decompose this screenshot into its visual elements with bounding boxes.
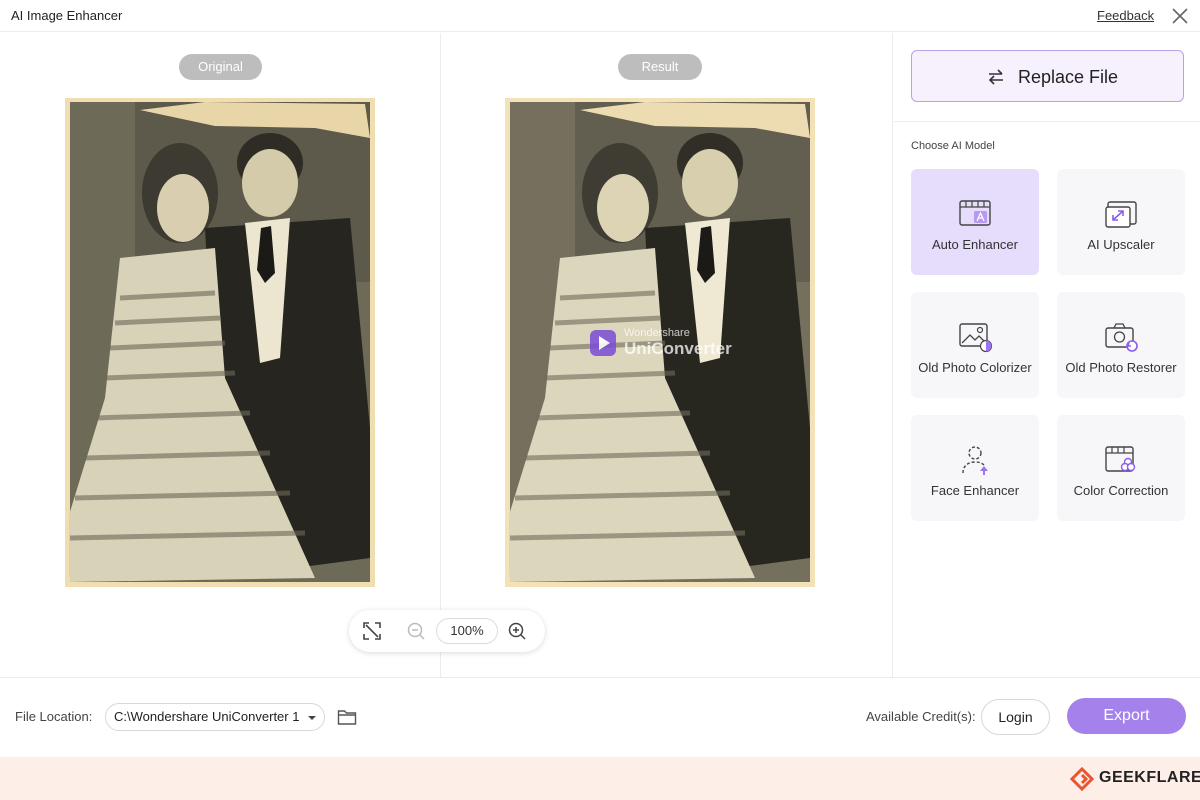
choose-model-heading: Choose AI Model bbox=[911, 140, 995, 152]
window-title: AI Image Enhancer bbox=[11, 8, 123, 23]
uniconverter-logo-icon bbox=[590, 330, 616, 356]
original-photo bbox=[65, 98, 375, 587]
model-label: Color Correction bbox=[1073, 483, 1169, 498]
original-label: Original bbox=[179, 54, 262, 80]
watermark-product: UniConverter bbox=[624, 339, 732, 358]
replace-file-button[interactable]: Replace File bbox=[911, 50, 1184, 102]
model-label: AI Upscaler bbox=[1087, 237, 1155, 252]
folder-icon[interactable] bbox=[337, 708, 357, 726]
title-bar: AI Image Enhancer Feedback bbox=[0, 0, 1200, 32]
footer-bar: File Location: C:\Wondershare UniConvert… bbox=[0, 677, 1200, 757]
zoom-out-icon[interactable] bbox=[406, 621, 426, 641]
export-button[interactable]: Export bbox=[1067, 698, 1186, 734]
model-face-enhancer[interactable]: Face Enhancer bbox=[911, 415, 1039, 521]
model-panel: Replace File Choose AI Model Auto Enhanc… bbox=[894, 33, 1200, 677]
restorer-icon bbox=[1105, 323, 1138, 352]
zoom-in-icon[interactable] bbox=[507, 621, 527, 641]
model-auto-enhancer[interactable]: Auto Enhancer bbox=[911, 169, 1039, 275]
face-enhancer-icon bbox=[962, 446, 988, 475]
replace-file-label: Replace File bbox=[1018, 67, 1119, 87]
brand-name: GEEKFLARE bbox=[1099, 769, 1200, 786]
model-label: Auto Enhancer bbox=[931, 237, 1018, 252]
swap-icon bbox=[988, 69, 1003, 85]
available-credits-label: Available Credit(s): bbox=[866, 709, 976, 724]
fit-screen-icon[interactable] bbox=[362, 621, 382, 641]
upscaler-icon bbox=[1105, 201, 1137, 228]
zoom-level[interactable]: 100% bbox=[436, 618, 498, 644]
color-correction-icon bbox=[1105, 446, 1136, 472]
model-old-photo-restorer[interactable]: Old Photo Restorer bbox=[1057, 292, 1185, 398]
file-location-select[interactable]: C:\Wondershare UniConverter 1 bbox=[105, 703, 325, 731]
feedback-link[interactable]: Feedback bbox=[1097, 8, 1154, 23]
preview-divider bbox=[440, 33, 441, 677]
chevron-down-icon bbox=[308, 716, 316, 720]
zoom-controls: 100% bbox=[349, 610, 545, 652]
colorizer-icon bbox=[959, 323, 993, 353]
auto-enhancer-icon bbox=[959, 200, 991, 226]
model-label: Old Photo Colorizer bbox=[918, 360, 1032, 375]
brand-strip: GEEKFLARE bbox=[0, 757, 1200, 800]
panel-divider bbox=[894, 121, 1200, 122]
model-old-photo-colorizer[interactable]: Old Photo Colorizer bbox=[911, 292, 1039, 398]
model-label: Face Enhancer bbox=[930, 483, 1020, 498]
file-location-label: File Location: bbox=[15, 709, 93, 724]
watermark: Wondershare UniConverter bbox=[590, 327, 740, 363]
preview-area: Original Result Wondershare UniConverter… bbox=[0, 33, 893, 677]
model-label: Old Photo Restorer bbox=[1065, 360, 1177, 375]
login-button[interactable]: Login bbox=[981, 699, 1050, 735]
model-color-correction[interactable]: Color Correction bbox=[1057, 415, 1185, 521]
file-location-value: C:\Wondershare UniConverter 1 bbox=[114, 709, 300, 724]
geekflare-logo-icon bbox=[1070, 767, 1094, 791]
model-ai-upscaler[interactable]: AI Upscaler bbox=[1057, 169, 1185, 275]
watermark-brand: Wondershare bbox=[624, 327, 690, 339]
close-icon[interactable] bbox=[1170, 6, 1190, 26]
result-label: Result bbox=[618, 54, 702, 80]
